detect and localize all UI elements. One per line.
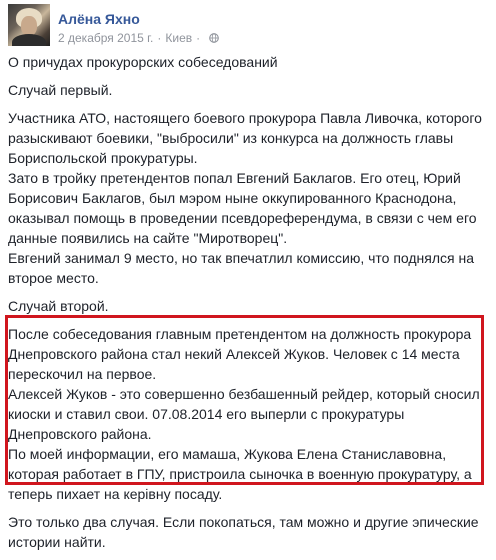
text-line: Это только два случая. Если покопаться, …	[8, 514, 479, 530]
meta-separator: ·	[157, 31, 162, 45]
text-line: истории найти.	[8, 534, 106, 550]
text-line: данные появились на сайте "Миротворец".	[8, 230, 288, 246]
author-name[interactable]: Алёна Яхно	[58, 11, 140, 27]
meta-separator-2: ·	[196, 31, 201, 45]
post-location[interactable]: Киев	[165, 31, 192, 45]
post-title: О причудах прокурорских собеседований	[8, 54, 278, 70]
text-line: разыскивают боевики, "выбросили" из конк…	[8, 130, 454, 146]
text-line: Участника АТО, настоящего боевого прокур…	[8, 110, 482, 126]
text-line: Борисович Баклагов, был мэром ныне оккуп…	[8, 190, 457, 206]
post-meta: 2 декабря 2015 г. · Киев ·	[58, 31, 219, 45]
globe-icon[interactable]	[209, 33, 219, 43]
case2-heading: Случай второй.	[8, 298, 109, 314]
case1-heading: Случай первый.	[8, 82, 113, 98]
highlight-box	[5, 315, 484, 485]
post-header: Алёна Яхно 2 декабря 2015 г. · Киев ·	[8, 4, 488, 48]
post-date[interactable]: 2 декабря 2015 г.	[58, 31, 153, 45]
text-line: второе место.	[8, 270, 99, 286]
text-line: теперь пихает на керівну посаду.	[8, 486, 223, 502]
avatar-shoulder	[12, 34, 46, 46]
text-line: Бориспольской прокуратуры.	[8, 150, 198, 166]
text-line: Евгений занимал 9 место, но так впечатли…	[8, 250, 475, 266]
avatar-face	[21, 16, 37, 36]
text-line: оказывал помощь в проведении псевдорефер…	[8, 210, 477, 226]
closing-paragraph: Это только два случая. Если покопаться, …	[8, 512, 490, 552]
avatar[interactable]	[8, 4, 50, 46]
case1-paragraph: Участника АТО, настоящего боевого прокур…	[8, 108, 490, 288]
text-line: Зато в тройку претендентов попал Евгений…	[8, 170, 461, 186]
